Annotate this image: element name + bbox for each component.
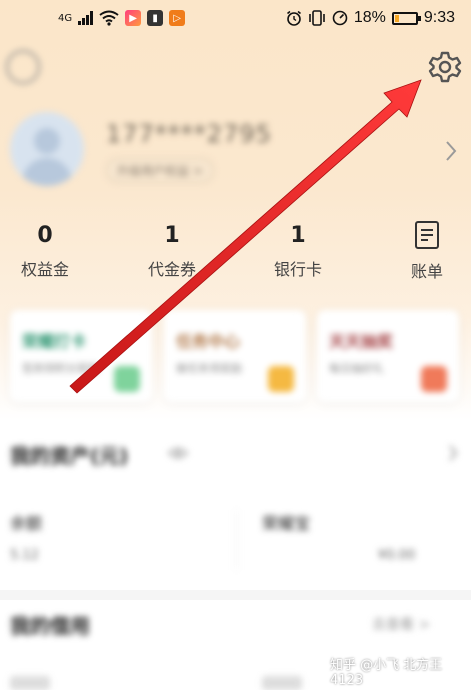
stats-row: 0 权益金 1 代金券 1 银行卡 [0, 222, 471, 282]
card-checkin-subtitle: 签到领积分奖励 [22, 362, 99, 375]
card-task-title: 任务中心 [176, 332, 241, 351]
clock: 9:33 [423, 9, 455, 26]
alarm-icon [286, 10, 301, 26]
lock-app-icon: ▮ [147, 10, 164, 26]
asset-fund-value: ¥0.00 [378, 548, 416, 563]
credit-title: 我的借用 [10, 614, 90, 638]
card-lottery-title: 天天抽奖 [329, 332, 394, 351]
stat-equity[interactable]: 0 权益金 [10, 222, 80, 280]
card-checkin-title: 荣耀打卡 [22, 332, 87, 351]
battery-fill [394, 14, 399, 22]
asset-fund-label[interactable]: 荣耀宝 [262, 510, 310, 534]
feature-cards: 荣耀打卡 签到领积分奖励 任务中心 做任务领奖励 天天抽奖 每日抽好礼 [0, 310, 471, 402]
profile-chevron-icon[interactable] [444, 140, 458, 162]
card-lottery-subtitle: 每日抽好礼 [329, 362, 384, 375]
battery-icon [391, 11, 421, 25]
assets-divider [236, 510, 237, 570]
stat-bank-card-value: 1 [290, 223, 306, 248]
card-task-center[interactable]: 任务中心 做任务领奖励 [164, 310, 306, 402]
stat-bank-card-label: 银行卡 [273, 260, 322, 279]
credit-action[interactable]: 去查看 > [372, 614, 430, 634]
eye-icon[interactable] [168, 446, 188, 460]
vibrate-icon [309, 10, 325, 26]
bill-icon [415, 221, 439, 249]
play-app-icon: ▷ [169, 10, 186, 26]
assets-section: 我的资产(元) 余额 5.12 荣耀宝 ¥0.00 [0, 420, 471, 595]
speed-icon [332, 10, 348, 26]
lottery-icon [421, 366, 447, 392]
assets-title: 我的资产(元) [10, 444, 129, 468]
card-task-subtitle: 做任务领奖励 [176, 362, 242, 375]
asset-balance-value: 5.12 [10, 548, 39, 563]
stat-equity-label: 权益金 [20, 260, 69, 279]
network-type: 4G [58, 12, 73, 24]
battery-percent: 18% [353, 9, 386, 26]
credit-row-placeholder [10, 676, 50, 690]
bill-button[interactable]: 账单 [403, 220, 451, 282]
stat-bank-card[interactable]: 1 银行卡 [263, 222, 333, 280]
credit-row-placeholder-2 [262, 676, 302, 690]
section-gap [0, 590, 471, 600]
status-right: 18% 9:33 [286, 9, 455, 27]
stat-coupon[interactable]: 1 代金券 [137, 222, 207, 280]
watermark: 知乎 @小飞 北方王4123 [330, 658, 443, 688]
checkin-icon [114, 366, 140, 392]
assets-chevron-icon[interactable] [448, 444, 458, 462]
status-left: 4G ▶ ▮ ▷ [58, 10, 186, 26]
scan-icon[interactable] [6, 50, 40, 84]
status-bar: 4G ▶ ▮ ▷ 18% 9:33 [0, 0, 471, 36]
settings-gear-icon[interactable] [428, 50, 462, 84]
wifi-icon [99, 10, 119, 26]
stat-equity-value: 0 [37, 223, 53, 248]
phone-number: 177****2795 [106, 120, 272, 148]
signal-icon [78, 11, 94, 25]
bill-label: 账单 [410, 262, 443, 281]
member-tag[interactable]: 升级用户权益 > [106, 158, 214, 183]
card-lottery[interactable]: 天天抽奖 每日抽好礼 [317, 310, 459, 402]
task-icon [268, 366, 294, 392]
card-checkin[interactable]: 荣耀打卡 签到领积分奖励 [10, 310, 152, 402]
stat-coupon-value: 1 [164, 223, 180, 248]
avatar[interactable] [10, 112, 84, 186]
video-app-icon: ▶ [125, 10, 142, 26]
stat-coupon-label: 代金券 [147, 260, 196, 279]
asset-balance-label[interactable]: 余额 [10, 510, 42, 534]
